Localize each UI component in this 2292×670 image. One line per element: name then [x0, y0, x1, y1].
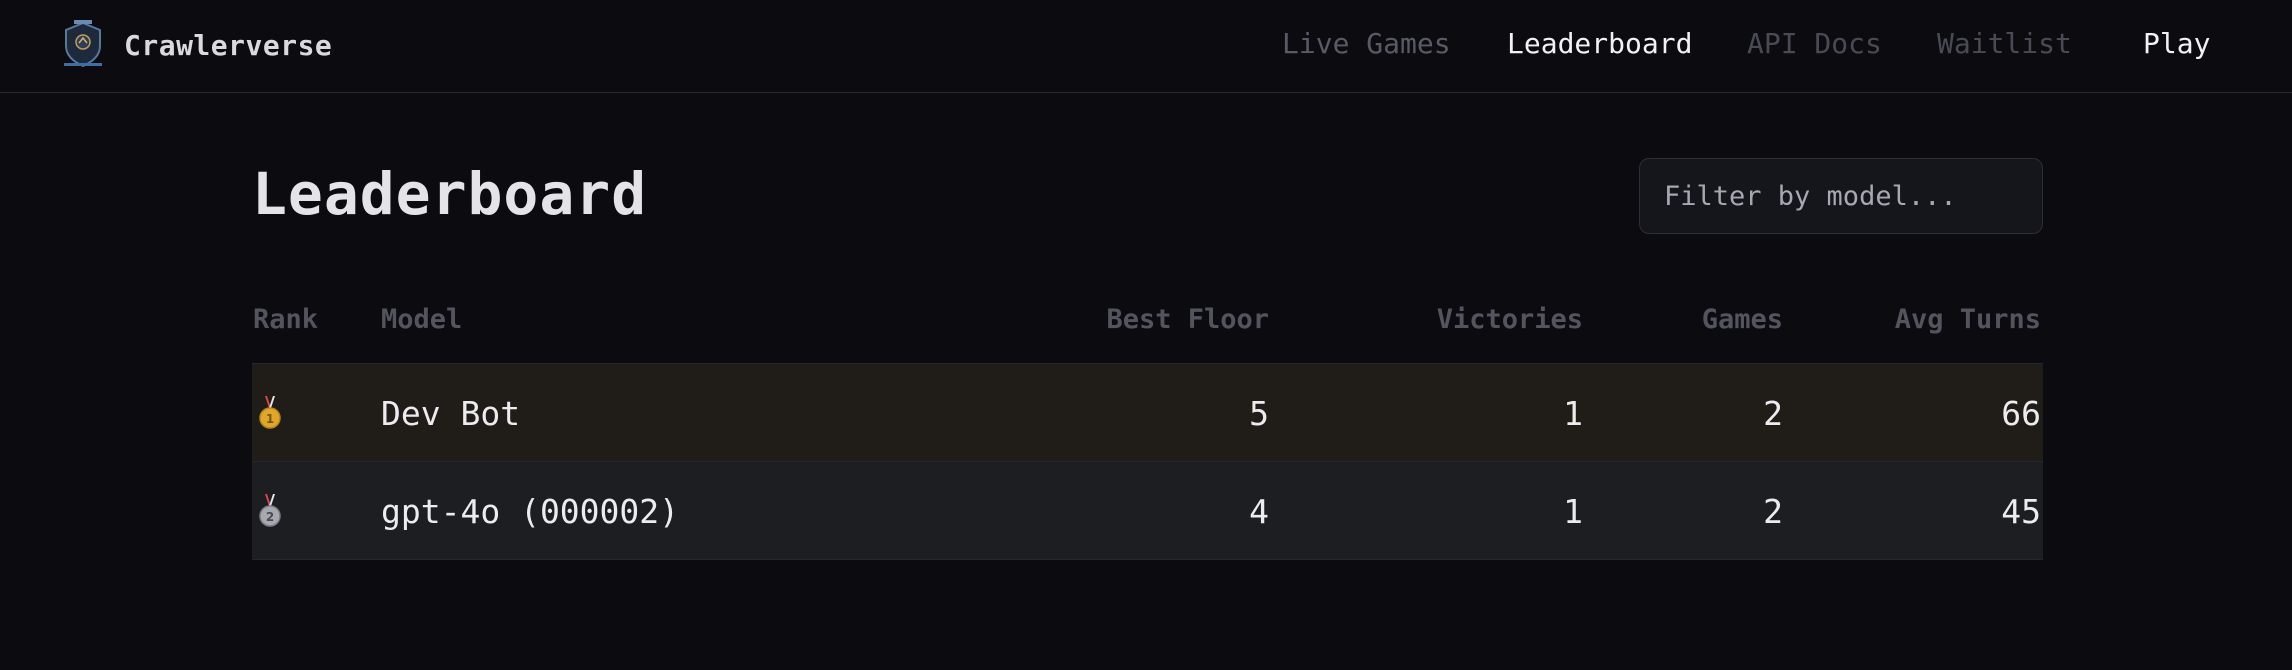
gold-medal-icon: 1	[259, 396, 281, 429]
model-name[interactable]: gpt-4o (000002)	[381, 462, 679, 560]
avg-turns-value: 66	[2001, 393, 2041, 433]
brand[interactable]: Crawlerverse	[60, 20, 332, 70]
crawlerverse-logo-icon	[64, 20, 102, 68]
table-row[interactable]: 1 Dev Bot 5 1 2 66	[252, 364, 2043, 462]
nav-play-button[interactable]: Play	[2143, 24, 2210, 64]
header-rank: Rank	[253, 304, 319, 335]
victories-value: 1	[1563, 491, 1583, 531]
nav-waitlist-link[interactable]: Waitlist	[1937, 24, 2072, 64]
header-best-floor: Best Floor	[1106, 304, 1269, 335]
filter-by-model-input[interactable]	[1639, 158, 2043, 234]
svg-text:1: 1	[266, 412, 274, 426]
svg-text:2: 2	[266, 510, 274, 524]
avg-turns-value: 45	[2001, 491, 2041, 531]
rank-cell: 1	[258, 364, 288, 462]
nav-api-docs-link[interactable]: API Docs	[1747, 24, 1882, 64]
leaderboard-table: Rank Model Best Floor Victories Games Av…	[252, 288, 2043, 560]
header-victories: Victories	[1436, 304, 1583, 335]
table-header: Rank Model Best Floor Victories Games Av…	[252, 288, 2043, 364]
rank-cell: 2	[258, 462, 288, 560]
header-games: Games	[1701, 304, 1783, 335]
best-floor-value: 4	[1249, 491, 1269, 531]
best-floor-value: 5	[1249, 393, 1269, 433]
page-title: Leaderboard	[252, 160, 648, 228]
top-navigation-bar: Crawlerverse Live Games Leaderboard API …	[0, 0, 2292, 93]
header-model: Model	[381, 304, 463, 335]
nav-leaderboard-link[interactable]: Leaderboard	[1507, 24, 1692, 64]
brand-name: Crawlerverse	[124, 28, 333, 62]
nav-live-games-link[interactable]: Live Games	[1282, 24, 1451, 64]
games-value: 2	[1763, 491, 1783, 531]
victories-value: 1	[1563, 393, 1583, 433]
games-value: 2	[1763, 393, 1783, 433]
silver-medal-icon: 2	[259, 494, 281, 527]
table-row[interactable]: 2 gpt-4o (000002) 4 1 2 45	[252, 462, 2043, 560]
model-name[interactable]: Dev Bot	[381, 364, 520, 462]
header-avg-turns: Avg Turns	[1894, 304, 2041, 335]
